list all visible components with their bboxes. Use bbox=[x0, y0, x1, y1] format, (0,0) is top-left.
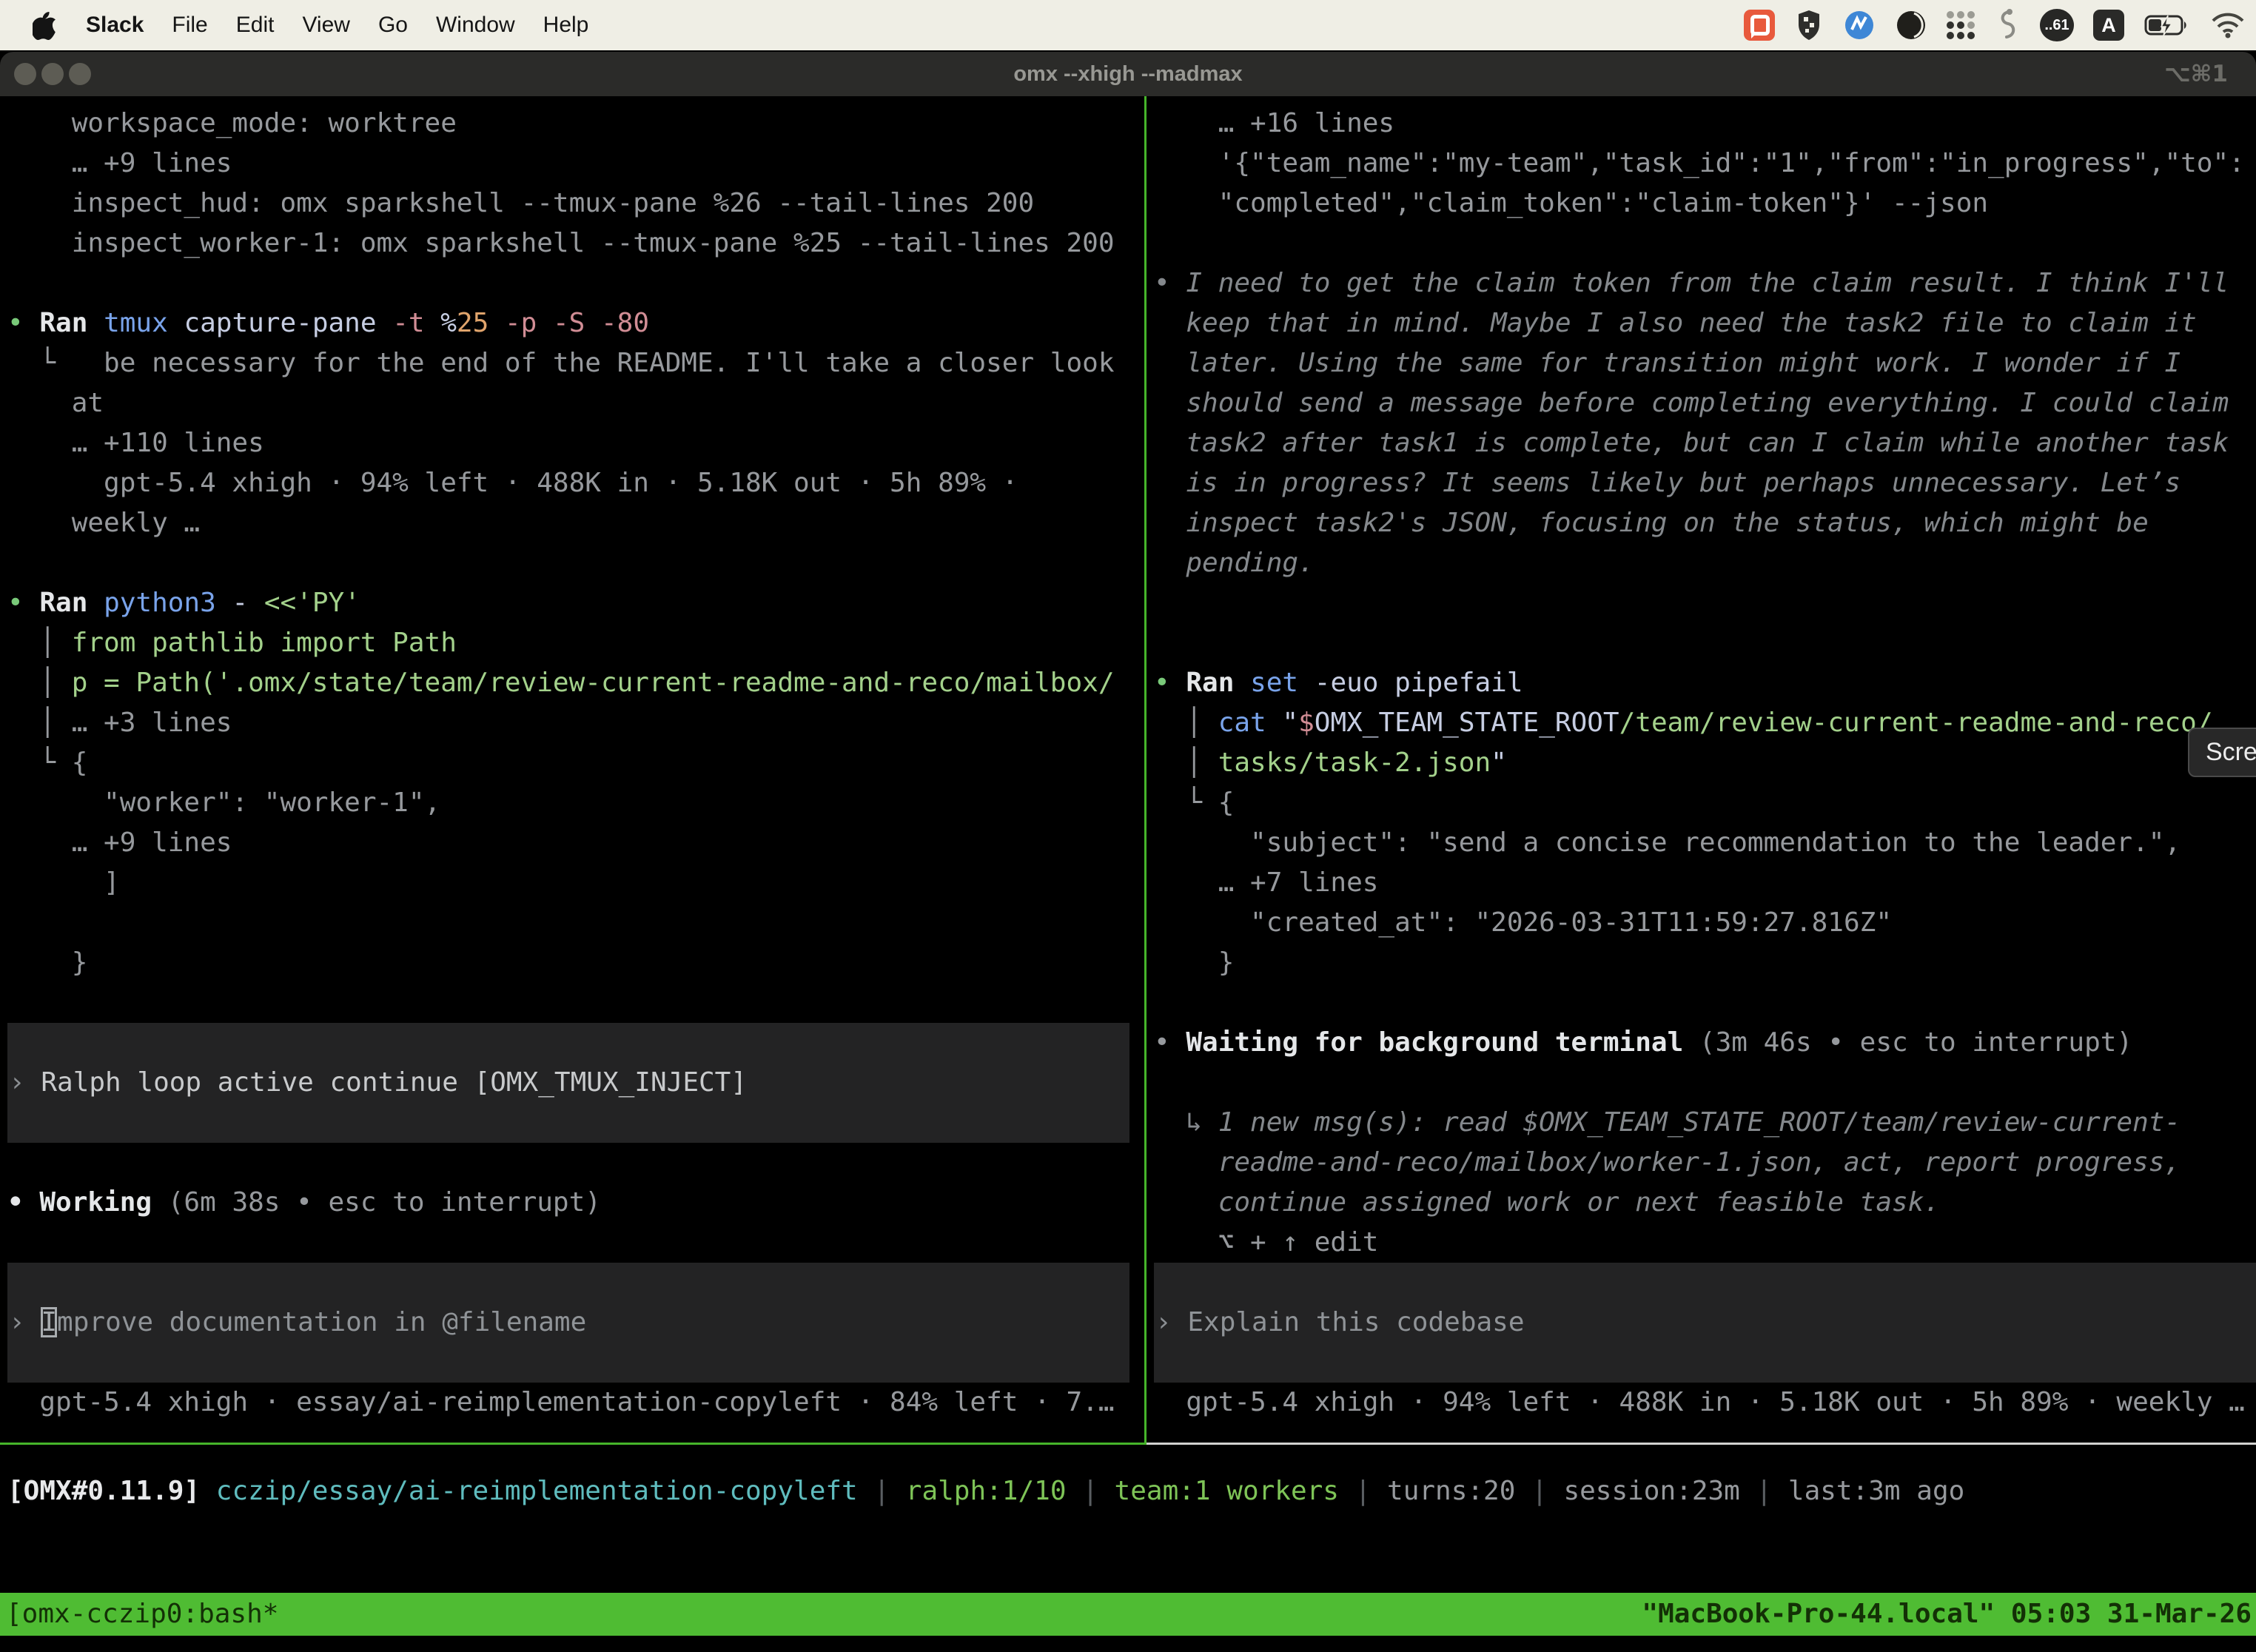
terminal-line: "worker": "worker-1", bbox=[7, 783, 1144, 823]
terminal-line: } bbox=[7, 943, 1144, 983]
terminal-line: └ { bbox=[1154, 783, 2256, 823]
menu-window[interactable]: Window bbox=[436, 13, 515, 38]
pane-bottom-border-left bbox=[0, 1443, 1144, 1445]
moon-icon[interactable] bbox=[1895, 9, 1927, 41]
terminal-line: │ p = Path('.omx/state/team/review-curre… bbox=[7, 663, 1144, 703]
terminal-line: gpt-5.4 xhigh · 94% left · 488K in · 5.1… bbox=[1154, 1383, 2256, 1423]
terminal-line: › Ralph loop active continue [OMX_TMUX_I… bbox=[9, 1063, 1129, 1103]
blank-line bbox=[7, 263, 1144, 303]
terminal-window: omx --xhigh --madmax ⌥⌘1 workspace_mode:… bbox=[0, 52, 2256, 1652]
terminal-line: "completed","claim_token":"claim-token"}… bbox=[1154, 184, 2256, 224]
terminal-line: • Working (6m 38s • esc to interrupt) bbox=[7, 1183, 1144, 1223]
dots-grid-icon[interactable] bbox=[1947, 11, 1975, 39]
blank-line bbox=[7, 1223, 1144, 1263]
blank-line bbox=[1154, 1063, 2256, 1103]
menu-go[interactable]: Go bbox=[378, 13, 408, 38]
tmux-host-clock: "MacBook-Pro-44.local" 05:03 31-Mar-26 bbox=[1642, 1593, 2252, 1636]
terminal-line: gpt-5.4 xhigh · 94% left · 488K in · 5.1… bbox=[7, 463, 1144, 503]
terminal-line: pending. bbox=[1154, 543, 2256, 583]
terminal-line: • Ran python3 - <<'PY' bbox=[7, 583, 1144, 623]
blank-line bbox=[1154, 583, 2256, 663]
terminal-line: • Ran set -euo pipefail bbox=[1154, 663, 2256, 703]
blank-line bbox=[1154, 224, 2256, 263]
blank-line bbox=[7, 1143, 1144, 1183]
terminal-line: weekly … bbox=[7, 503, 1144, 543]
menu-view[interactable]: View bbox=[302, 13, 349, 38]
terminal-line: └ be necessary for the end of the README… bbox=[7, 343, 1144, 383]
terminal-line: inspect task2's JSON, focusing on the st… bbox=[1154, 503, 2256, 543]
tmux-pane-left[interactable]: workspace_mode: worktree … +9 lines insp… bbox=[0, 96, 1144, 1445]
terminal-line: continue assigned work or next feasible … bbox=[1154, 1183, 2256, 1223]
terminal-line: workspace_mode: worktree bbox=[7, 104, 1144, 144]
prompt-input[interactable]: › Explain this codebase bbox=[1154, 1263, 2256, 1383]
omx-status-line: [OMX#0.11.9] cczip/essay/ai-reimplementa… bbox=[7, 1471, 1964, 1511]
terminal-line: │ tasks/task-2.json" bbox=[1154, 743, 2256, 783]
terminal-line: • Waiting for background terminal (3m 46… bbox=[1154, 1023, 2256, 1063]
terminal-line: ] bbox=[7, 863, 1144, 903]
terminal-line: keep that in mind. Maybe I also need the… bbox=[1154, 303, 2256, 343]
terminal-line: … +16 lines bbox=[1154, 104, 2256, 144]
blank-line bbox=[7, 903, 1144, 943]
terminal-line: "subject": "send a concise recommendatio… bbox=[1154, 823, 2256, 863]
pane-bottom-border-right bbox=[1147, 1443, 2256, 1445]
terminal-line: ⌥ + ↑ edit bbox=[1154, 1223, 2256, 1263]
apple-menu-icon[interactable] bbox=[33, 10, 58, 40]
tmux-pane-right[interactable]: … +16 lines '{"team_name":"my-team","tas… bbox=[1147, 96, 2256, 1445]
terminal-line: readme-and-reco/mailbox/worker-1.json, a… bbox=[1154, 1143, 2256, 1183]
window-shortcut-badge: ⌥⌘1 bbox=[2164, 61, 2228, 87]
terminal-line: │ from pathlib import Path bbox=[7, 623, 1144, 663]
wifi-icon[interactable] bbox=[2210, 12, 2246, 38]
menu-help[interactable]: Help bbox=[543, 13, 589, 38]
terminal-line: inspect_hud: omx sparkshell --tmux-pane … bbox=[7, 184, 1144, 224]
terminal-line: gpt-5.4 xhigh · essay/ai-reimplementatio… bbox=[7, 1383, 1144, 1423]
status-icons: ..61 A bbox=[1744, 8, 2246, 42]
blank-line bbox=[1154, 983, 2256, 1023]
terminal-line: … +110 lines bbox=[7, 423, 1144, 463]
terminal-line: … +9 lines bbox=[7, 144, 1144, 184]
terminal-line: ↳ 1 new msg(s): read $OMX_TEAM_STATE_ROO… bbox=[1154, 1103, 2256, 1143]
count-badge-icon[interactable]: ..61 bbox=[2040, 9, 2074, 41]
menu-items: File Edit View Go Window Help bbox=[144, 13, 588, 38]
menu-file[interactable]: File bbox=[172, 13, 207, 38]
screen: Slack File Edit View Go Window Help bbox=[0, 0, 2256, 1652]
blank-line bbox=[7, 983, 1144, 1023]
terminal-line: "created_at": "2026-03-31T11:59:27.816Z" bbox=[1154, 903, 2256, 943]
terminal-line: │ … +3 lines bbox=[7, 703, 1144, 743]
shield-icon[interactable] bbox=[1794, 9, 1824, 41]
terminal-line: inspect_worker-1: omx sparkshell --tmux-… bbox=[7, 224, 1144, 263]
terminal-line: task2 after task1 is complete, but can I… bbox=[1154, 423, 2256, 463]
terminal-line: at bbox=[7, 383, 1144, 423]
terminal-line: • Ran tmux capture-pane -t %25 -p -S -80 bbox=[7, 303, 1144, 343]
terminal-line: should send a message before completing … bbox=[1154, 383, 2256, 423]
terminal-line: └ { bbox=[7, 743, 1144, 783]
battery-charging-icon[interactable] bbox=[2143, 13, 2191, 37]
sync-badge-icon[interactable] bbox=[1843, 9, 1876, 41]
terminal: workspace_mode: worktree … +9 lines insp… bbox=[0, 96, 2256, 1652]
terminal-line: is in progress? It seems likely but perh… bbox=[1154, 463, 2256, 503]
chain-icon[interactable] bbox=[1994, 8, 2021, 42]
terminal-line: later. Using the same for transition mig… bbox=[1154, 343, 2256, 383]
terminal-line: … +9 lines bbox=[7, 823, 1144, 863]
window-title: omx --xhigh --madmax bbox=[0, 62, 2256, 87]
screen-overlay-tooltip: Scre bbox=[2188, 728, 2256, 777]
input-source-icon[interactable]: A bbox=[2093, 10, 2124, 41]
menu-edit[interactable]: Edit bbox=[236, 13, 275, 38]
title-bar[interactable]: omx --xhigh --madmax ⌥⌘1 bbox=[0, 52, 2256, 96]
prompt-input[interactable]: › Improve documentation in @filename bbox=[7, 1263, 1129, 1383]
menu-app-name[interactable]: Slack bbox=[86, 13, 144, 38]
terminal-line: › Explain this codebase bbox=[1155, 1303, 2256, 1343]
terminal-line: › Improve documentation in @filename bbox=[9, 1303, 1129, 1343]
chat-app-icon[interactable] bbox=[1744, 10, 1775, 41]
terminal-line: '{"team_name":"my-team","task_id":"1","f… bbox=[1154, 144, 2256, 184]
tmux-status-bar: [omx-cczip0:bash* "MacBook-Pro-44.local"… bbox=[0, 1593, 2256, 1636]
terminal-line: │ cat "$OMX_TEAM_STATE_ROOT/team/review-… bbox=[1154, 703, 2256, 743]
terminal-line: … +7 lines bbox=[1154, 863, 2256, 903]
tmux-session-label: [omx-cczip0:bash* bbox=[0, 1599, 278, 1629]
blank-line bbox=[7, 543, 1144, 583]
ralph-loop-banner: › Ralph loop active continue [OMX_TMUX_I… bbox=[7, 1023, 1129, 1143]
terminal-line: • I need to get the claim token from the… bbox=[1154, 263, 2256, 303]
menu-bar: Slack File Edit View Go Window Help bbox=[0, 0, 2256, 50]
terminal-line: } bbox=[1154, 943, 2256, 983]
